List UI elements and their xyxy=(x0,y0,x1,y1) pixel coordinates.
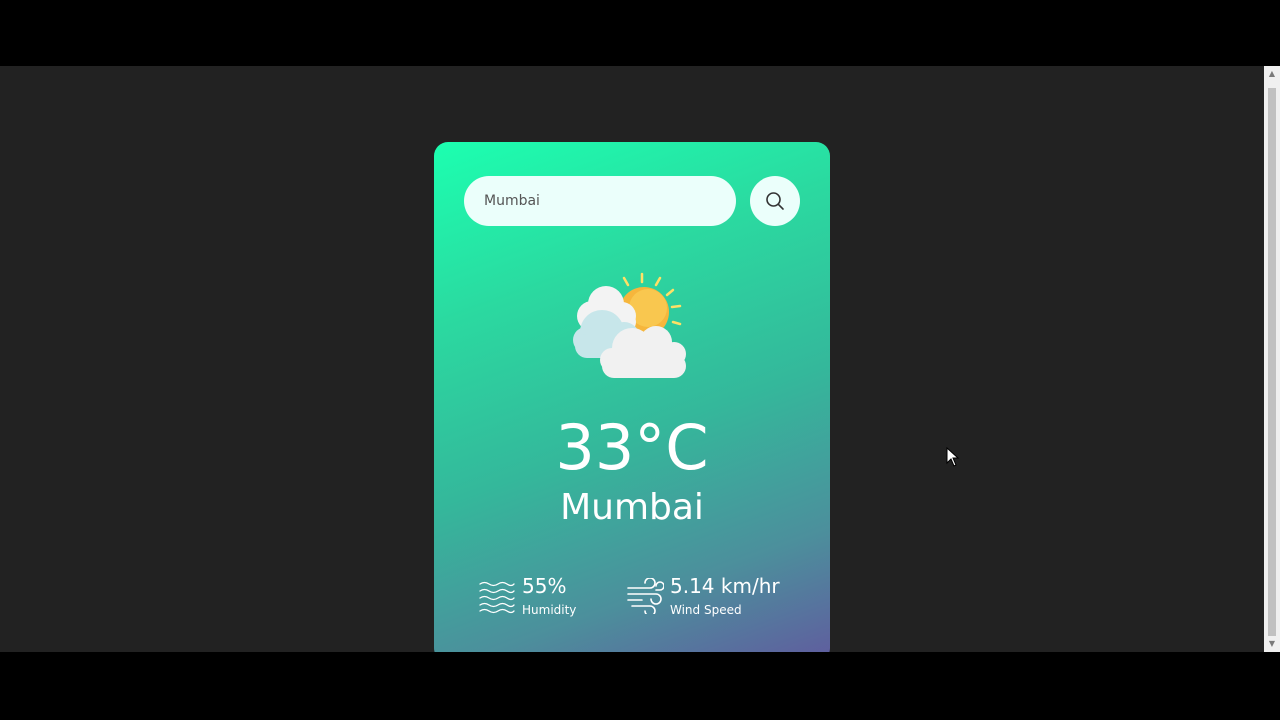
page-viewport: 33°C Mumbai 55% Humidity xyxy=(0,66,1264,652)
scroll-up-icon[interactable]: ▲ xyxy=(1264,66,1280,82)
weather-card: 33°C Mumbai 55% Humidity xyxy=(434,142,830,652)
humidity-icon xyxy=(479,581,515,614)
humidity-stat: 55% Humidity xyxy=(478,572,628,622)
mouse-cursor-icon xyxy=(946,447,960,467)
city-search-input[interactable] xyxy=(464,176,736,226)
wind-icon xyxy=(627,578,664,614)
humidity-value: 55% xyxy=(522,574,567,598)
letterbox-bottom xyxy=(0,652,1280,720)
wind-stat: 5.14 km/hr Wind Speed xyxy=(626,572,806,622)
wind-speed-value: 5.14 km/hr xyxy=(670,574,780,598)
vertical-scrollbar[interactable]: ▲ ▼ xyxy=(1264,66,1280,652)
search-bar xyxy=(464,176,802,226)
letterbox-top xyxy=(0,0,1280,66)
humidity-label: Humidity xyxy=(522,603,577,617)
scroll-down-icon[interactable]: ▼ xyxy=(1264,636,1280,652)
city-name: Mumbai xyxy=(560,487,704,528)
search-button[interactable] xyxy=(750,176,800,226)
scrollbar-thumb[interactable] xyxy=(1268,88,1276,636)
partly-cloudy-icon xyxy=(573,272,686,378)
temperature-value: 33°C xyxy=(555,411,709,484)
search-icon xyxy=(766,192,784,210)
wind-speed-label: Wind Speed xyxy=(670,603,742,617)
